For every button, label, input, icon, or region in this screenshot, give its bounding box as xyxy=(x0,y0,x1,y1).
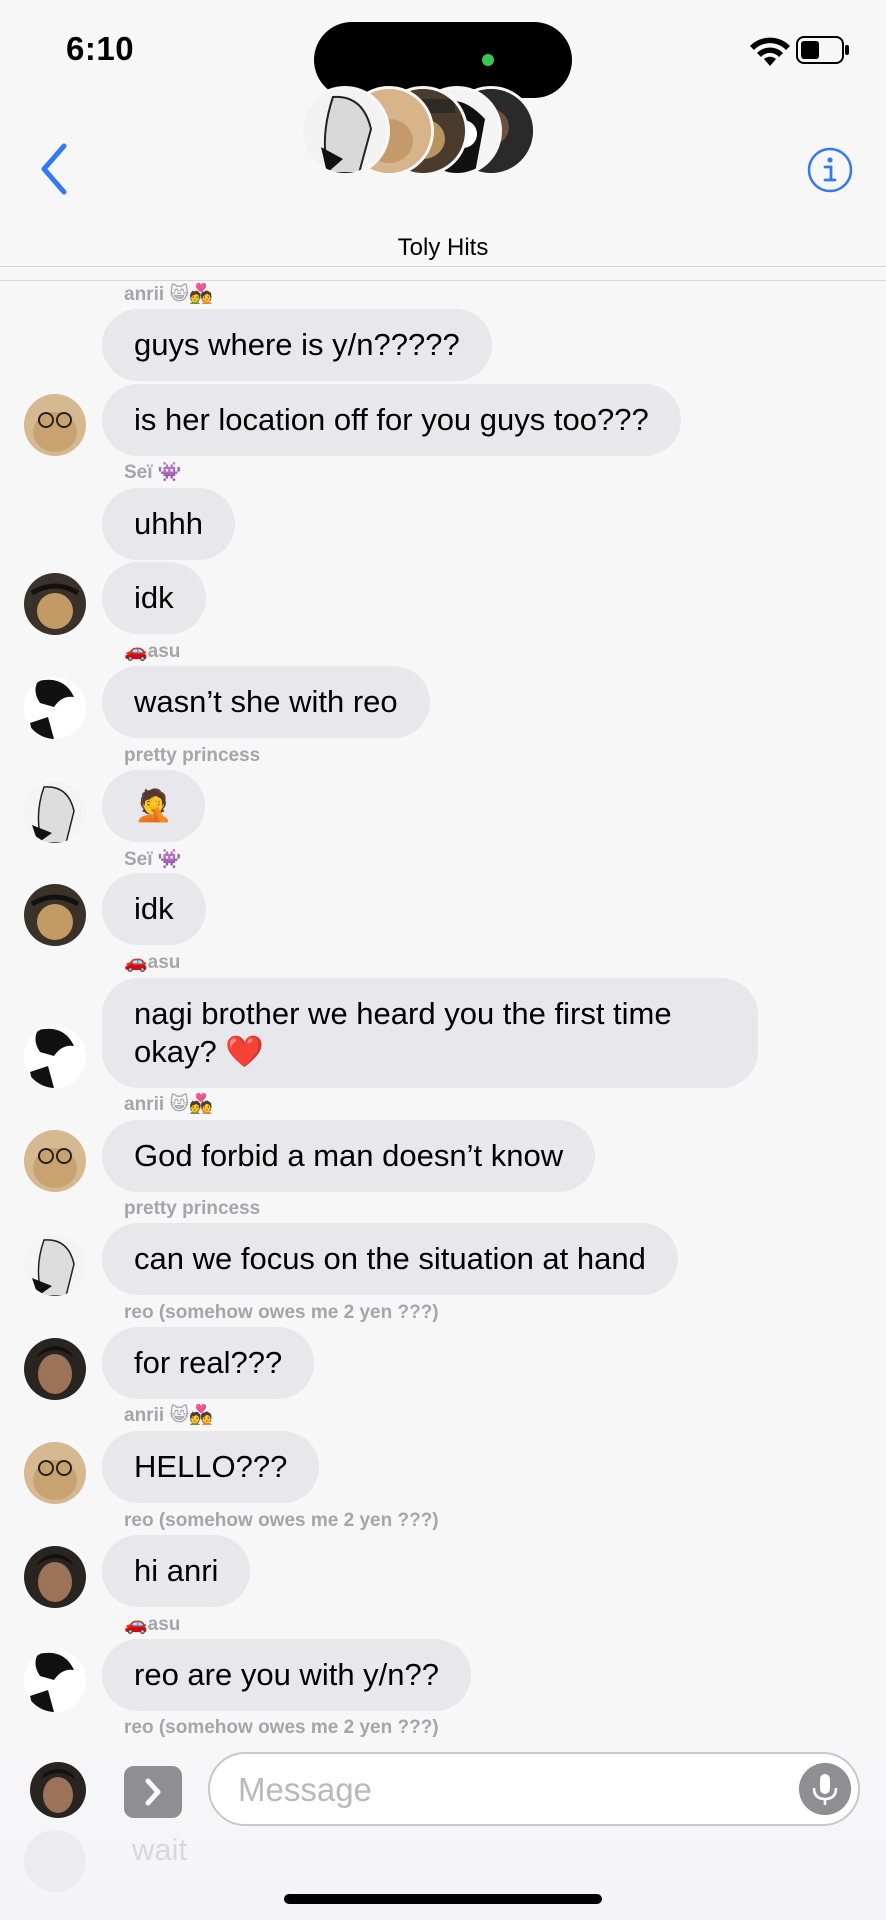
group-avatar-stack[interactable] xyxy=(300,86,536,176)
avatar[interactable] xyxy=(24,1026,86,1088)
message-bubble[interactable]: for real??? xyxy=(102,1327,315,1399)
message-bubble[interactable]: can we focus on the situation at hand xyxy=(102,1223,678,1295)
avatar[interactable] xyxy=(30,1762,86,1818)
message-bubble[interactable]: wasn’t she with reo xyxy=(102,666,430,738)
message-bubble[interactable]: idk xyxy=(102,562,206,634)
sender-name: pretty princess xyxy=(124,1198,261,1219)
message-input[interactable]: Message xyxy=(208,1752,860,1826)
message-bubble[interactable]: idk xyxy=(102,873,206,945)
home-indicator[interactable] xyxy=(284,1894,602,1904)
sender-name: Seï 👾 xyxy=(124,462,182,483)
sender-name: Seï 👾 xyxy=(124,849,182,870)
message-bubble[interactable]: God forbid a man doesn’t know xyxy=(102,1120,596,1192)
header-divider xyxy=(0,280,886,281)
message-bubble[interactable]: uhhh xyxy=(102,488,235,560)
sender-name: reo (somehow owes me 2 yen ???) xyxy=(124,1510,439,1531)
avatar[interactable] xyxy=(24,884,86,946)
avatar[interactable] xyxy=(24,1442,86,1504)
message-bubble[interactable]: is her location off for you guys too??? xyxy=(102,384,681,456)
avatar xyxy=(24,1830,86,1892)
avatar[interactable] xyxy=(24,1130,86,1192)
sender-name: reo (somehow owes me 2 yen ???) xyxy=(124,1302,439,1323)
message-bubble[interactable]: 🤦 xyxy=(102,770,205,842)
avatar[interactable] xyxy=(24,1546,86,1608)
avatar[interactable] xyxy=(24,573,86,635)
apps-button[interactable] xyxy=(124,1766,182,1818)
avatar[interactable] xyxy=(24,781,86,843)
group-name[interactable]: Toly Hits xyxy=(0,234,886,262)
status-time: 6:10 xyxy=(66,30,135,67)
member-avatar xyxy=(300,86,390,176)
message-bubble[interactable]: guys where is y/n????? xyxy=(102,309,492,381)
message-bubble: wait xyxy=(132,1832,188,1867)
battery-icon xyxy=(796,36,849,64)
sender-name: 🚗asu xyxy=(124,952,181,973)
sender-name: anrii 😸💑 xyxy=(124,1405,213,1426)
avatar[interactable] xyxy=(24,394,86,456)
wifi-icon xyxy=(750,37,790,66)
message-bubble[interactable]: hi anri xyxy=(102,1535,251,1607)
message-bubble[interactable]: HELLO??? xyxy=(102,1431,320,1503)
back-button[interactable] xyxy=(32,140,76,198)
camera-indicator-dot xyxy=(482,54,494,66)
message-input-placeholder: Message xyxy=(238,1771,372,1808)
info-button[interactable] xyxy=(806,146,854,194)
message-bubble[interactable]: reo are you with y/n?? xyxy=(102,1639,472,1711)
header-divider xyxy=(0,266,886,267)
sender-name: pretty princess xyxy=(124,745,261,766)
avatar[interactable] xyxy=(24,1338,86,1400)
message-bubble[interactable]: nagi brother we heard you the first time… xyxy=(102,978,758,1088)
avatar[interactable] xyxy=(24,677,86,739)
sender-name: anrii 😸💑 xyxy=(124,1094,213,1115)
microphone-icon[interactable] xyxy=(799,1763,851,1815)
avatar[interactable] xyxy=(24,1234,86,1296)
sender-name: anrii 😸💑 xyxy=(124,284,213,305)
sender-name: 🚗asu xyxy=(124,1614,181,1635)
sender-name: 🚗asu xyxy=(124,641,181,662)
sender-name: reo (somehow owes me 2 yen ???) xyxy=(124,1717,439,1738)
avatar[interactable] xyxy=(24,1650,86,1712)
